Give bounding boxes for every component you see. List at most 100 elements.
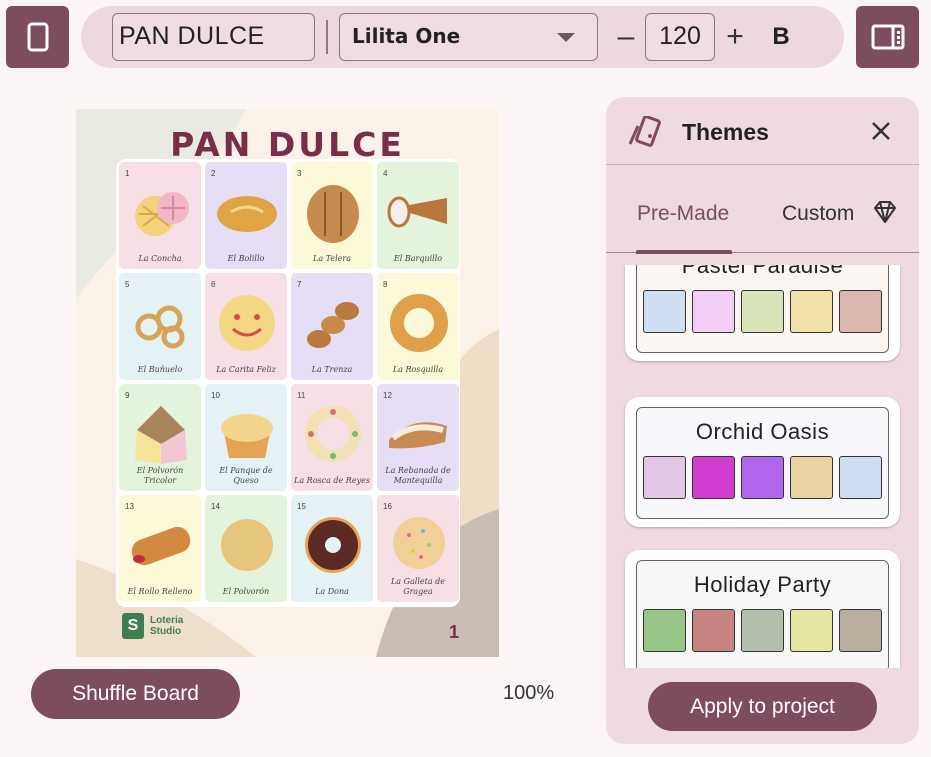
theme-swatches	[643, 609, 882, 652]
cell-name: El Polvorón Tricolor	[136, 466, 184, 485]
cell-name: La Rebanada de Mantequilla	[385, 466, 451, 485]
board-cell[interactable]: 13 El Rollo Relleno	[119, 495, 201, 602]
carita-feliz-illustration	[219, 295, 275, 351]
board-cell[interactable]: 4 El Barquillo	[377, 162, 459, 269]
cell-name: La Carita Feliz	[216, 365, 276, 374]
rollo-illustration	[131, 526, 191, 566]
tab-pre-made[interactable]: Pre-Made	[637, 202, 729, 226]
logo-line-1: Loteria	[150, 615, 184, 626]
loteria-grid: 1 La Concha 2 El Bolillo 3 La Telera 4 E…	[116, 159, 460, 607]
shuffle-board-button[interactable]: Shuffle Board	[31, 669, 240, 719]
rebanada-illustration	[389, 422, 447, 449]
board-cell[interactable]: 14 El Polvorón	[205, 495, 287, 602]
galleta-illustration	[393, 517, 445, 569]
phone-frame-icon	[27, 22, 48, 52]
board-cell[interactable]: 5 El Buñuelo	[119, 273, 201, 380]
bolillo-illustration	[217, 196, 277, 232]
theme-name: Holiday Party	[693, 572, 832, 597]
theme-card[interactable]: Orchid Oasis	[625, 397, 900, 527]
sidebar-toggle-button[interactable]	[6, 6, 69, 68]
cell-number: 9	[125, 391, 130, 400]
gem-icon	[874, 201, 896, 223]
color-swatch	[839, 609, 882, 652]
apply-to-project-button[interactable]: Apply to project	[648, 682, 877, 731]
font-select-value: Lilita One	[352, 24, 461, 48]
board-cell[interactable]: 15 La Dona	[291, 495, 373, 602]
cell-number: 8	[383, 280, 388, 289]
cell-number: 2	[211, 169, 216, 178]
cell-name: La Rosquilla	[392, 365, 444, 374]
color-swatch	[839, 456, 882, 499]
cell-name: El Barquillo	[393, 254, 443, 263]
cell-number: 3	[297, 169, 302, 178]
color-swatch	[790, 609, 833, 652]
board-cell[interactable]: 2 El Bolillo	[205, 162, 287, 269]
logo-line-2: Studio	[150, 626, 182, 637]
theme-preview: Pastel Paradise	[636, 265, 889, 353]
title-input[interactable]: PAN DULCE	[112, 13, 315, 61]
board-cell[interactable]: 1 La Concha	[119, 162, 201, 269]
theme-card[interactable]: Pastel Paradise	[625, 265, 900, 361]
theme-list[interactable]: Pastel Paradise Orchid Oasis Holiday Par…	[606, 265, 919, 668]
text-toolbar: PAN DULCE Lilita One – 120 + B	[81, 6, 844, 68]
logo-mark: S	[122, 613, 144, 639]
cell-number: 12	[383, 391, 392, 400]
cell-name: La Concha	[138, 254, 182, 263]
concha-illustration	[135, 192, 189, 236]
board-cell[interactable]: 6 La Carita Feliz	[205, 273, 287, 380]
panel-toggle-button[interactable]	[856, 6, 919, 68]
cell-number: 4	[383, 169, 388, 178]
bunuelo-illustration	[135, 305, 185, 349]
dona-illustration	[305, 517, 361, 573]
color-swatch	[741, 609, 784, 652]
board-cell[interactable]: 16 La Galleta de Gragea	[377, 495, 459, 602]
rosquilla-illustration	[390, 294, 448, 352]
palette-swatch-icon	[628, 116, 661, 147]
cell-number: 6	[211, 280, 216, 289]
polvoron-illustration	[221, 519, 273, 571]
board-cell[interactable]: 12 La Rebanada de Mantequilla	[377, 384, 459, 491]
cell-name: El Buñuelo	[137, 365, 183, 374]
theme-card[interactable]: Holiday Party	[625, 550, 900, 668]
board-cell[interactable]: 7 La Trenza	[291, 273, 373, 380]
themes-panel: Themes Pre-Made Custom Pastel Paradise O…	[606, 97, 919, 744]
cell-name: La Telera	[313, 254, 351, 263]
cell-number: 14	[211, 502, 220, 511]
panque-illustration	[221, 414, 273, 458]
cell-number: 16	[383, 502, 392, 511]
bold-button[interactable]: B	[767, 18, 795, 56]
cell-number: 11	[297, 391, 306, 400]
theme-name: Pastel Paradise	[681, 265, 844, 278]
chevron-down-icon	[557, 33, 575, 42]
active-tab-indicator	[636, 250, 732, 254]
board-cell[interactable]: 9 El Polvorón Tricolor	[119, 384, 201, 491]
board-cell[interactable]: 3 La Telera	[291, 162, 373, 269]
board-preview: PAN DULCE 1 La Concha 2 El Bolillo 3 La …	[76, 109, 499, 657]
cell-name: El Panque de Queso	[219, 466, 273, 485]
color-swatch	[790, 290, 833, 333]
theme-preview: Holiday Party	[636, 560, 889, 668]
font-size-input[interactable]: 120	[645, 13, 715, 61]
cell-number: 10	[211, 391, 220, 400]
themes-tabs: Pre-Made Custom	[606, 166, 919, 254]
side-panel-icon	[871, 24, 904, 50]
close-icon[interactable]	[867, 117, 895, 145]
board-cell[interactable]: 11 La Rosca de Reyes	[291, 384, 373, 491]
cell-number: 15	[297, 502, 306, 511]
cell-number: 1	[125, 169, 130, 178]
color-swatch	[692, 609, 735, 652]
theme-name: Orchid Oasis	[695, 419, 830, 444]
tab-custom[interactable]: Custom	[782, 202, 854, 226]
board-cell[interactable]: 10 El Panque de Queso	[205, 384, 287, 491]
font-select[interactable]: Lilita One	[339, 13, 598, 61]
cell-name: El Rollo Relleno	[127, 587, 193, 596]
cell-name: La Trenza	[311, 365, 353, 374]
rosca-illustration	[305, 406, 361, 462]
color-swatch	[839, 290, 882, 333]
decrease-size-button[interactable]: –	[612, 18, 640, 56]
polvoron-tricolor-illustration	[135, 406, 187, 464]
cell-name: El Bolillo	[227, 254, 265, 263]
increase-size-button[interactable]: +	[721, 18, 749, 56]
board-cell[interactable]: 8 La Rosquilla	[377, 273, 459, 380]
themes-title: Themes	[682, 119, 769, 145]
